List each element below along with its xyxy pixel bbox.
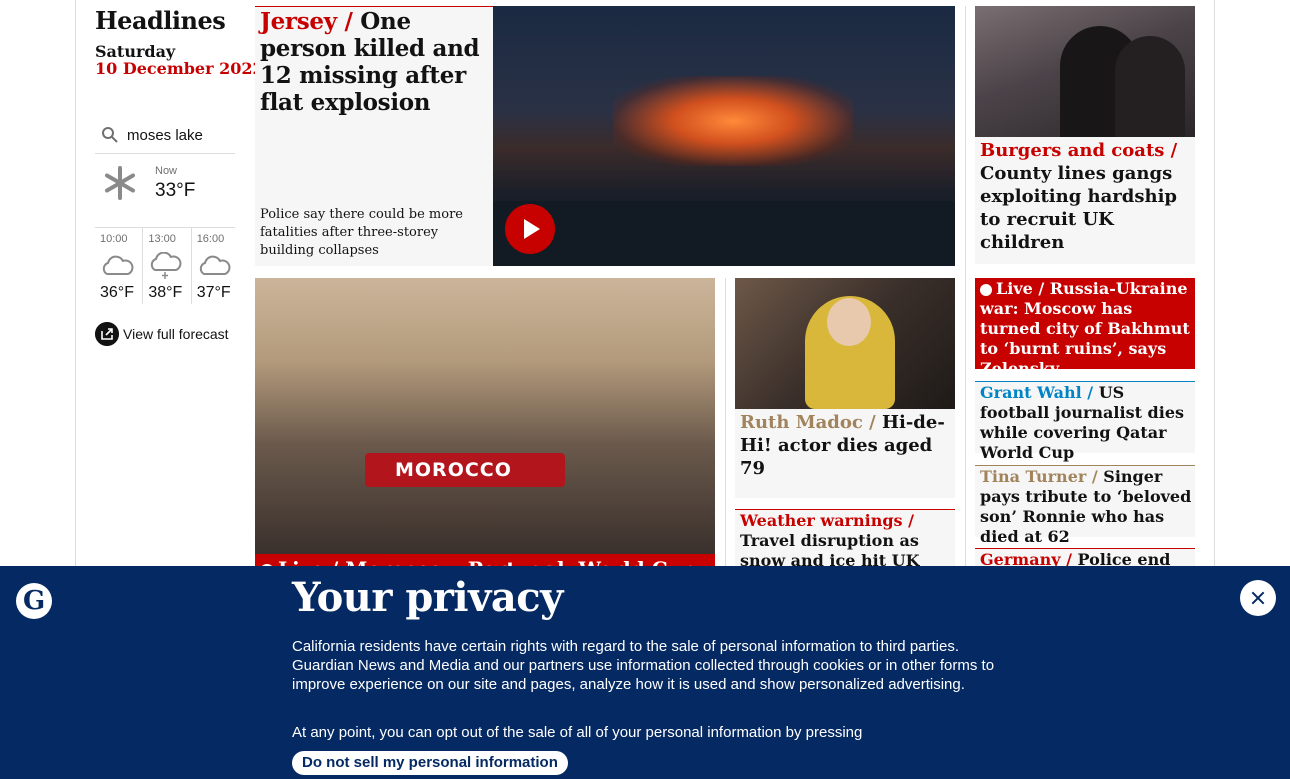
cloud-icon <box>102 255 134 275</box>
story-headline[interactable]: Burgers and coats / County lines gangs e… <box>980 139 1192 254</box>
story-trail: Police say there could be more fatalitie… <box>260 207 463 258</box>
story-county-lines[interactable]: Burgers and coats / County lines gangs e… <box>975 6 1195 264</box>
story-morocco-portugal-live[interactable]: MOROCCO Live / Morocco v Portugal, World… <box>255 278 715 581</box>
section-title: Headlines <box>95 6 226 35</box>
forecast-slot: 10:00 36°F <box>95 228 144 304</box>
forecast-temperature: 37°F <box>196 284 231 301</box>
view-full-forecast-link[interactable]: View full forecast <box>95 322 229 346</box>
now-label: Now <box>155 165 178 177</box>
scarf-text: MOROCCO <box>395 459 512 481</box>
privacy-title: Your privacy <box>292 574 563 621</box>
story-headline[interactable]: Ruth Madoc / Hi-de-Hi! actor dies aged 7… <box>740 411 952 480</box>
story-image[interactable] <box>493 6 955 266</box>
story-ruth-madoc[interactable]: Ruth Madoc / Hi-de-Hi! actor dies aged 7… <box>735 278 955 498</box>
story-kicker: Grant Wahl / <box>980 383 1099 402</box>
forecast-temperature: 38°F <box>148 284 183 301</box>
forecast-temperature: 36°F <box>100 284 134 301</box>
live-label: Live <box>996 279 1033 298</box>
portrait-face <box>827 298 871 346</box>
story-headline-text: Travel disruption as snow and ice hit UK <box>740 531 920 570</box>
privacy-body-optout: At any point, you can opt out of the sal… <box>292 724 863 741</box>
column-divider <box>965 6 966 566</box>
date-full: 10 December 2022 <box>95 59 264 78</box>
story-kicker: Ruth Madoc / <box>740 412 882 433</box>
story-kicker: Tina Turner / <box>980 467 1104 486</box>
snowflake-icon <box>105 166 135 200</box>
story-tina-turner[interactable]: Tina Turner / Singer pays tribute to ‘be… <box>975 465 1195 546</box>
hooded-figure <box>1115 36 1185 137</box>
now-temperature: 33°F <box>155 180 196 201</box>
story-image[interactable] <box>735 278 955 409</box>
privacy-banner: Your privacy California residents have c… <box>0 566 1290 779</box>
weather-location[interactable]: moses lake <box>127 127 203 144</box>
story-kicker: Jersey / <box>260 8 361 35</box>
morocco-scarf: MOROCCO <box>365 453 565 487</box>
story-kicker: Burgers and coats / <box>980 140 1178 161</box>
forecast-time: 16:00 <box>196 233 225 245</box>
search-icon <box>102 126 118 143</box>
story-headline[interactable]: Weather warnings / Travel disruption as … <box>740 511 952 571</box>
view-full-forecast-label[interactable]: View full forecast <box>123 326 229 342</box>
story-kicker: Weather warnings / <box>740 511 914 530</box>
card-topline <box>975 465 1195 466</box>
story-headline[interactable]: Grant Wahl / US football journalist dies… <box>980 383 1194 463</box>
weather-now: Now 33°F <box>95 160 235 228</box>
story-headline[interactable]: Jersey / One person killed and 12 missin… <box>260 8 490 116</box>
forecast-slot: 16:00 37°F <box>192 228 240 304</box>
story-image[interactable] <box>975 6 1195 137</box>
story-jersey-explosion[interactable]: Jersey / One person killed and 12 missin… <box>255 6 955 266</box>
story-russia-ukraine-live[interactable]: Live / Russia-Ukraine war: Moscow has tu… <box>975 278 1195 378</box>
story-headline-text: County lines gangs exploiting hardship t… <box>980 163 1178 253</box>
cloud-snow-icon <box>151 252 182 279</box>
story-image[interactable]: MOROCCO <box>255 278 715 554</box>
weather-location-search[interactable]: moses lake <box>95 118 235 154</box>
harbour-water <box>493 201 955 266</box>
live-indicator-icon <box>980 283 992 296</box>
guardian-logo-icon <box>16 583 52 619</box>
card-topline <box>975 381 1195 382</box>
story-grant-wahl[interactable]: Grant Wahl / US football journalist dies… <box>975 381 1195 462</box>
story-headline[interactable]: Live / Russia-Ukraine war: Moscow has tu… <box>980 279 1192 379</box>
cloud-icon <box>199 255 231 275</box>
fire-glow <box>613 76 853 166</box>
card-topline <box>975 548 1195 549</box>
close-icon[interactable] <box>1240 580 1276 616</box>
privacy-body: California residents have certain rights… <box>292 638 995 693</box>
forecast-time: 10:00 <box>100 233 128 245</box>
forecast-time: 13:00 <box>148 233 176 245</box>
video-play-button[interactable] <box>505 204 555 254</box>
card-topline <box>735 509 955 510</box>
column-divider <box>725 278 726 566</box>
story-weather-warnings[interactable]: Weather warnings / Travel disruption as … <box>735 509 955 571</box>
story-headline[interactable]: Tina Turner / Singer pays tribute to ‘be… <box>980 467 1194 547</box>
do-not-sell-button[interactable]: Do not sell my personal information <box>292 751 568 775</box>
hourly-forecast: 10:00 36°F 13:00 38°F 16:00 37°F <box>95 228 240 304</box>
external-link-icon <box>95 322 119 346</box>
forecast-slot: 13:00 38°F <box>143 228 192 304</box>
